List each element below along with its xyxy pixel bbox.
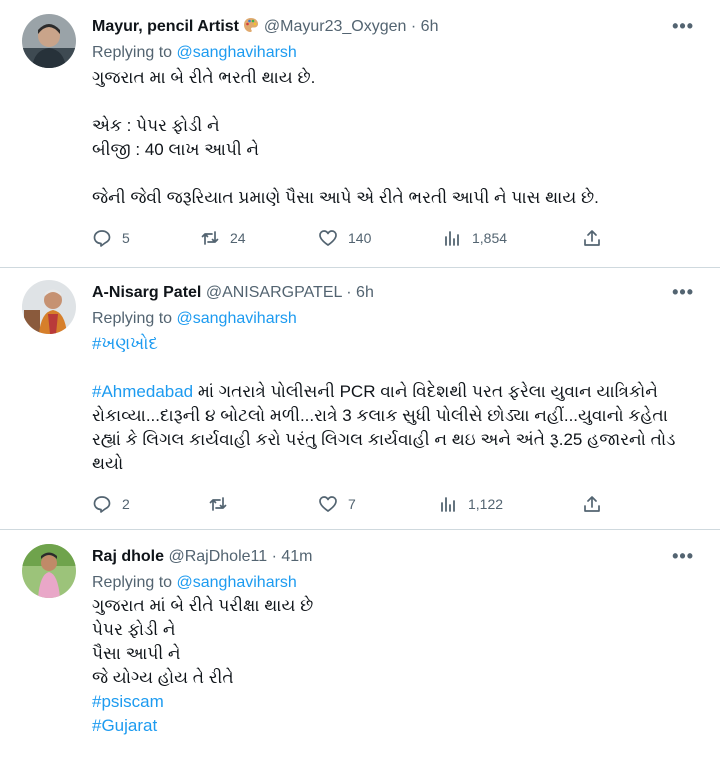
reply-count: 2 (122, 496, 130, 512)
avatar[interactable] (22, 280, 76, 334)
like-button[interactable]: 7 (318, 494, 356, 514)
replying-to: Replying to @sanghaviharsh (92, 42, 706, 64)
text-line: પેપર ફોડી ને (92, 620, 176, 639)
replying-to: Replying to @sanghaviharsh (92, 308, 706, 330)
views-icon (441, 497, 455, 512)
retweet-count: 24 (230, 230, 246, 246)
text-line: ગુજરાત માં બે રીતે પરીક્ષા થાય છે (92, 596, 314, 615)
display-name[interactable]: Raj dhole (92, 548, 164, 565)
share-button[interactable] (582, 228, 602, 248)
tweet-header: A-Nisarg Patel @ANISARGPATEL · 6h (92, 282, 706, 304)
tweet[interactable]: A-Nisarg Patel @ANISARGPATEL · 6h Replyi… (0, 268, 720, 530)
replying-label: Replying to (92, 44, 177, 61)
like-count: 7 (348, 496, 356, 512)
reply-icon (93, 496, 111, 513)
like-icon (319, 496, 337, 512)
text-line: એક : પેપર ફોડી ને (92, 116, 220, 135)
more-icon[interactable]: ••• (672, 16, 694, 37)
avatar[interactable] (22, 14, 76, 68)
retweet-icon (209, 497, 227, 511)
views-icon (445, 231, 459, 246)
tweet[interactable]: Raj dhole @RajDhole11 · 41m Replying to … (0, 530, 720, 757)
views-count: 1,854 (472, 230, 508, 246)
mention-link[interactable]: @sanghaviharsh (177, 574, 297, 591)
separator: · (346, 284, 352, 301)
user-handle[interactable]: @ANISARGPATEL (206, 284, 342, 301)
replying-label: Replying to (92, 574, 177, 591)
replying-to: Replying to @sanghaviharsh (92, 572, 706, 594)
like-icon (319, 230, 337, 246)
retweet-icon (201, 231, 219, 245)
text-line: થયો (92, 454, 124, 473)
action-bar: 2 7 1,122 (92, 494, 706, 516)
retweet-button[interactable]: 24 (200, 228, 246, 248)
avatar[interactable] (22, 544, 76, 598)
text-line: ગુજરાત મા બે રીતે ભરતી થાય છે. (92, 68, 316, 87)
reply-button[interactable]: 2 (92, 494, 130, 514)
user-handle[interactable]: @RajDhole11 (168, 548, 267, 565)
tweet-header: Mayur, pencil Artist @Mayur23_Oxygen · 6… (92, 16, 706, 38)
text-line: જેની જેવી જરૂરિયાત પ્રમાણે પૈસા આપે એ રી… (92, 188, 599, 207)
mention-link[interactable]: @sanghaviharsh (177, 44, 297, 61)
views-button[interactable]: 1,122 (438, 494, 503, 514)
share-button[interactable] (582, 494, 602, 514)
tweet-text: ગુજરાત માં બે રીતે પરીક્ષા થાય છે પેપર ફ… (92, 594, 706, 738)
timestamp[interactable]: 41m (281, 548, 312, 565)
hashtag-link[interactable]: #Ahmedabad (92, 382, 193, 401)
separator: · (271, 548, 277, 565)
views-button[interactable]: 1,854 (442, 228, 507, 248)
reply-button[interactable]: 5 (92, 228, 130, 248)
more-icon[interactable]: ••• (672, 282, 694, 303)
views-count: 1,122 (468, 496, 504, 512)
mention-link[interactable]: @sanghaviharsh (177, 310, 297, 327)
reply-count: 5 (122, 230, 130, 246)
retweet-button[interactable] (208, 494, 228, 514)
action-bar: 5 24 140 1,854 (92, 228, 706, 250)
tweet-text: #ખણખોદ #Ahmedabad માં ગતરાત્રે પોલીસની P… (92, 332, 706, 476)
hashtag-link[interactable]: #Gujarat (92, 716, 157, 735)
text-line: રહ્યાં કે લિગલ કાર્યવાહી કરો પરંતુ લિગલ … (92, 430, 676, 449)
share-icon (584, 230, 600, 246)
tweet[interactable]: Mayur, pencil Artist @Mayur23_Oxygen · 6… (0, 0, 720, 268)
text-line: માં ગતરાત્રે પોલીસની PCR વાને વિદેશથી પર… (193, 382, 658, 401)
replying-label: Replying to (92, 310, 177, 327)
display-name[interactable]: A-Nisarg Patel (92, 284, 201, 301)
more-icon[interactable]: ••• (672, 546, 694, 567)
hashtag-link[interactable]: #ખણખોદ (92, 334, 158, 353)
tweet-header: Raj dhole @RajDhole11 · 41m (92, 546, 706, 568)
display-name[interactable]: Mayur, pencil Artist (92, 18, 239, 35)
like-button[interactable]: 140 (318, 228, 371, 248)
text-line: પૈસા આપી ને (92, 644, 181, 663)
timestamp[interactable]: 6h (421, 18, 439, 35)
share-icon (584, 496, 600, 512)
palette-emoji-icon (244, 18, 259, 32)
user-handle[interactable]: @Mayur23_Oxygen (264, 18, 407, 35)
text-line: બીજી : 40 લાખ આપી ને (92, 140, 260, 159)
text-line: જે યોગ્ય હોય તે રીતે (92, 668, 234, 687)
reply-icon (93, 230, 111, 247)
text-line: રોકાવ્યા...દારૂની ૪ બોટલો મળી...રાત્રે 3… (92, 406, 668, 425)
timestamp[interactable]: 6h (356, 284, 374, 301)
hashtag-link[interactable]: #psiscam (92, 692, 164, 711)
tweet-text: ગુજરાત મા બે રીતે ભરતી થાય છે. એક : પેપર… (92, 66, 706, 210)
like-count: 140 (348, 230, 372, 246)
separator: · (410, 18, 417, 35)
